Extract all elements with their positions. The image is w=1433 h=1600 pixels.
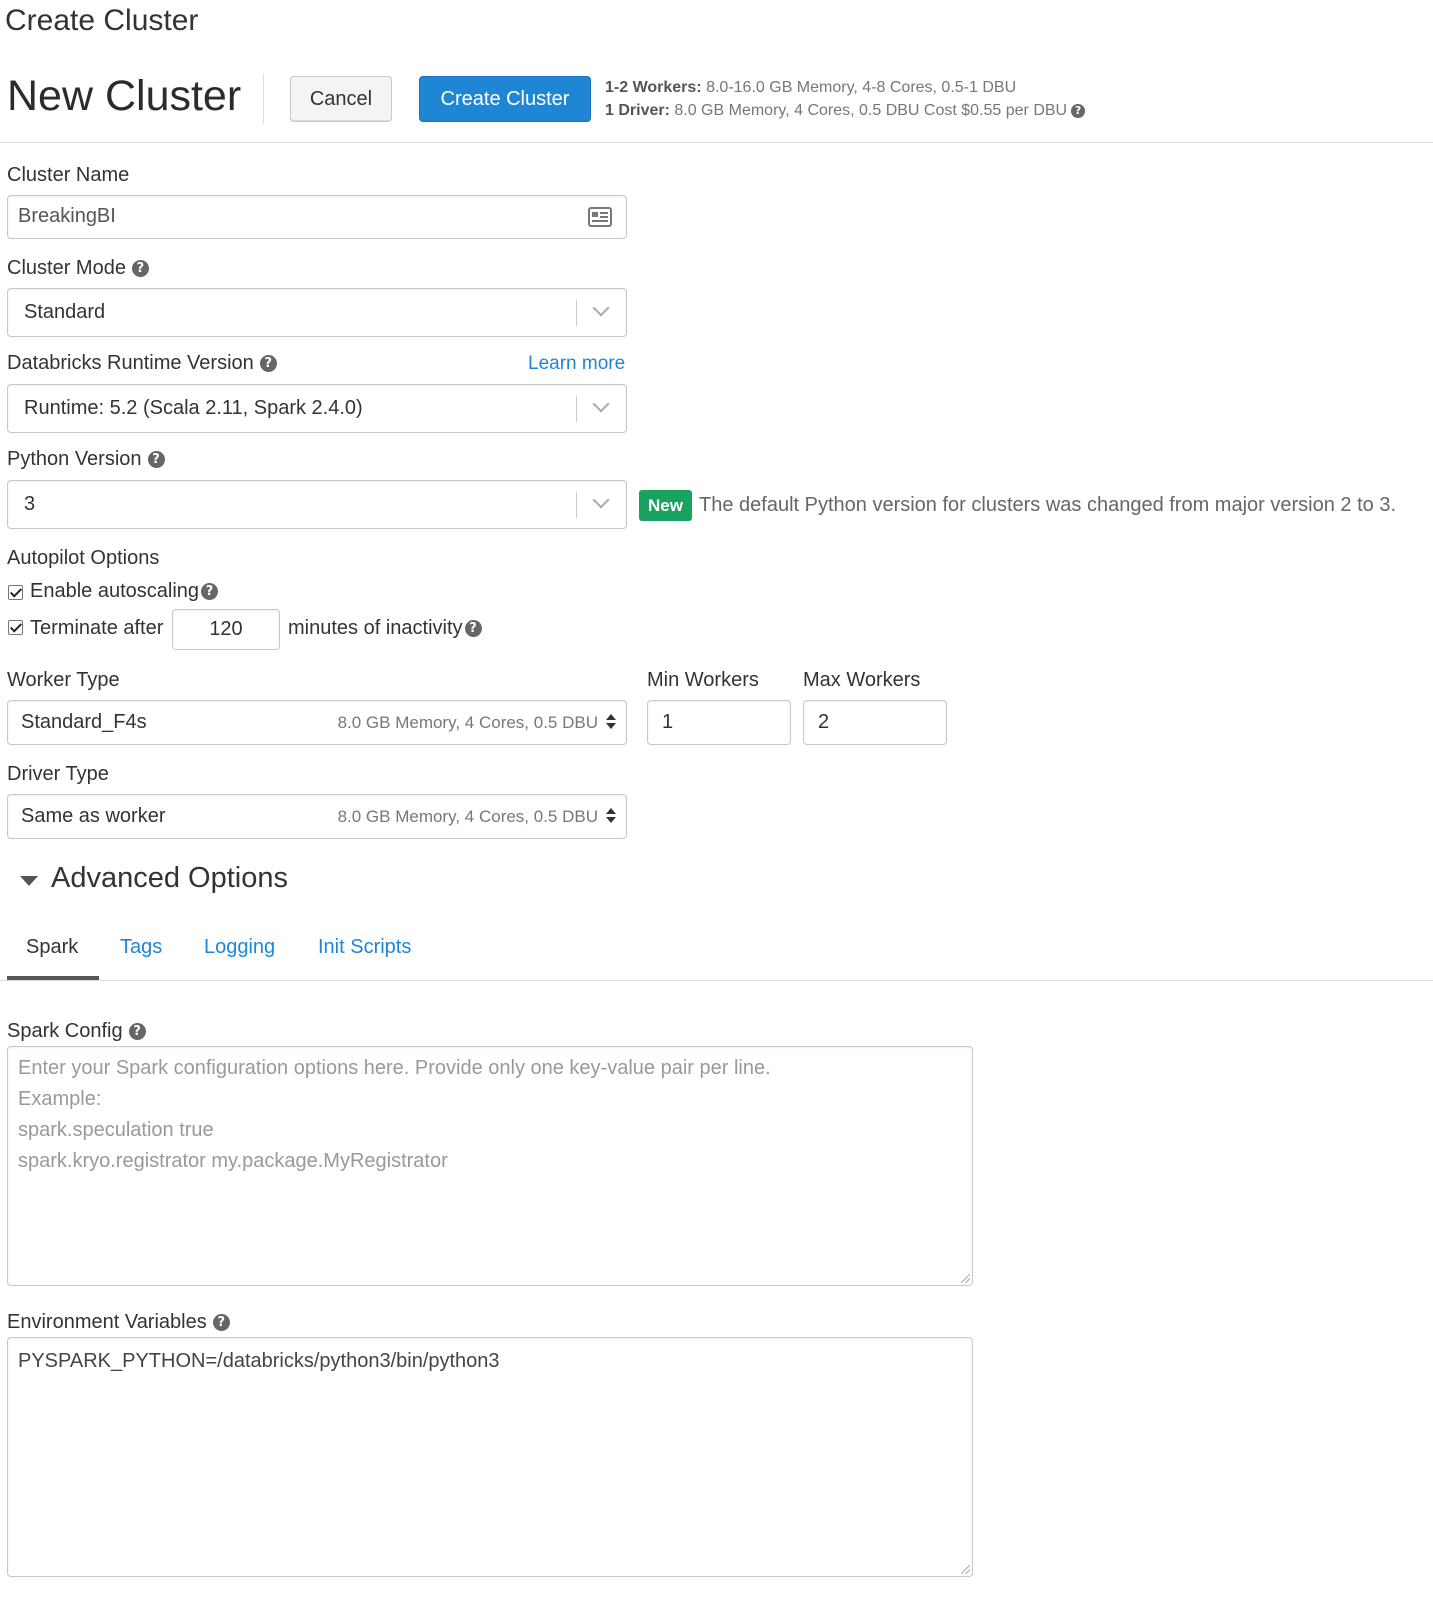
env-vars-value: PYSPARK_PYTHON=/databricks/python3/bin/p… <box>18 1350 500 1372</box>
python-version-note: The default Python version for clusters … <box>699 494 1397 516</box>
create-cluster-button[interactable]: Create Cluster <box>419 76 591 122</box>
runtime-label: Databricks Runtime Version? <box>7 352 277 375</box>
learn-more-link[interactable]: Learn more <box>528 353 625 375</box>
cluster-name-label: Cluster Name <box>7 164 130 186</box>
spark-config-help-icon[interactable]: ? <box>128 1023 146 1041</box>
tabs-divider <box>0 980 1433 981</box>
inactivity-help-icon[interactable]: ? <box>464 620 482 638</box>
max-workers-input[interactable]: 2 <box>803 700 947 745</box>
caret-up-icon <box>606 808 616 814</box>
collapse-caret-icon[interactable] <box>20 876 38 886</box>
cancel-button[interactable]: Cancel <box>290 76 392 122</box>
tab-spark[interactable]: Spark <box>26 936 78 959</box>
env-vars-help-icon[interactable]: ? <box>212 1314 230 1332</box>
page-title: Create Cluster <box>5 4 199 37</box>
header-divider-line <box>0 142 1433 143</box>
driver-type-select[interactable]: Same as worker 8.0 GB Memory, 4 Cores, 0… <box>7 794 627 839</box>
advanced-options-toggle[interactable]: Advanced Options <box>51 862 288 895</box>
autoscaling-help-icon[interactable]: ? <box>201 583 219 601</box>
inactivity-label: minutes of inactivity? <box>288 617 482 640</box>
terminate-minutes-value: 120 <box>209 618 243 640</box>
spark-config-label: Spark Config? <box>7 1020 146 1043</box>
cost-help-icon[interactable]: ? <box>1071 103 1086 118</box>
worker-type-value: Standard_F4s <box>21 711 147 733</box>
driver-type-spec: 8.0 GB Memory, 4 Cores, 0.5 DBU <box>337 807 598 826</box>
autopilot-label: Autopilot Options <box>7 547 160 569</box>
worker-type-select[interactable]: Standard_F4s 8.0 GB Memory, 4 Cores, 0.5… <box>7 700 627 745</box>
tab-init-scripts[interactable]: Init Scripts <box>318 936 411 959</box>
spark-config-textarea[interactable]: Enter your Spark configuration options h… <box>7 1046 973 1286</box>
runtime-select[interactable]: Runtime: 5.2 (Scala 2.11, Spark 2.4.0) <box>7 384 627 433</box>
cluster-title: New Cluster <box>7 72 242 120</box>
resize-handle[interactable] <box>961 1274 970 1283</box>
env-vars-textarea[interactable]: PYSPARK_PYTHON=/databricks/python3/bin/p… <box>7 1337 973 1577</box>
resize-handle[interactable] <box>961 1565 970 1574</box>
driver-type-value: Same as worker <box>21 805 166 827</box>
cluster-mode-label: Cluster Mode? <box>7 257 149 280</box>
worker-type-spec: 8.0 GB Memory, 4 Cores, 0.5 DBU <box>337 713 598 732</box>
worker-type-label: Worker Type <box>7 669 120 691</box>
python-version-help-icon[interactable]: ? <box>147 451 165 469</box>
caret-down-icon <box>606 817 616 823</box>
caret-down-icon <box>606 723 616 729</box>
new-badge: New <box>639 490 692 521</box>
min-workers-input[interactable]: 1 <box>647 700 791 745</box>
chevron-down-icon <box>592 491 610 509</box>
cluster-name-input[interactable]: BreakingBI <box>7 195 627 239</box>
terminate-minutes-input[interactable]: 120 <box>172 609 280 650</box>
min-workers-value: 1 <box>662 711 674 733</box>
driver-summary: 1 Driver: 8.0 GB Memory, 4 Cores, 0.5 DB… <box>605 102 1086 120</box>
terminate-after-checkbox[interactable] <box>8 620 23 635</box>
cluster-mode-help-icon[interactable]: ? <box>131 260 149 278</box>
header-divider <box>263 74 264 124</box>
contact-card-icon <box>588 207 612 227</box>
enable-autoscaling-checkbox[interactable] <box>8 585 23 600</box>
chevron-down-icon <box>592 299 610 317</box>
driver-type-label: Driver Type <box>7 763 109 785</box>
python-version-label: Python Version? <box>7 448 165 471</box>
python-version-select[interactable]: 3 <box>7 480 627 529</box>
runtime-value: Runtime: 5.2 (Scala 2.11, Spark 2.4.0) <box>24 397 363 419</box>
max-workers-label: Max Workers <box>803 669 921 691</box>
tab-logging[interactable]: Logging <box>204 936 275 959</box>
max-workers-value: 2 <box>818 711 830 733</box>
enable-autoscaling-label: Enable autoscaling? <box>30 580 219 603</box>
python-version-value: 3 <box>24 493 36 515</box>
min-workers-label: Min Workers <box>647 669 759 691</box>
cluster-mode-select[interactable]: Standard <box>7 288 627 337</box>
cluster-name-value: BreakingBI <box>18 205 116 227</box>
runtime-help-icon[interactable]: ? <box>259 355 277 373</box>
tab-tags[interactable]: Tags <box>120 936 162 959</box>
cluster-mode-value: Standard <box>24 301 106 323</box>
env-vars-label: Environment Variables? <box>7 1311 230 1334</box>
caret-up-icon <box>606 714 616 720</box>
chevron-down-icon <box>592 395 610 413</box>
workers-summary: 1-2 Workers: 8.0-16.0 GB Memory, 4-8 Cor… <box>605 79 1017 96</box>
terminate-after-label: Terminate after <box>30 617 164 639</box>
spark-config-placeholder: Enter your Spark configuration options h… <box>18 1057 771 1172</box>
